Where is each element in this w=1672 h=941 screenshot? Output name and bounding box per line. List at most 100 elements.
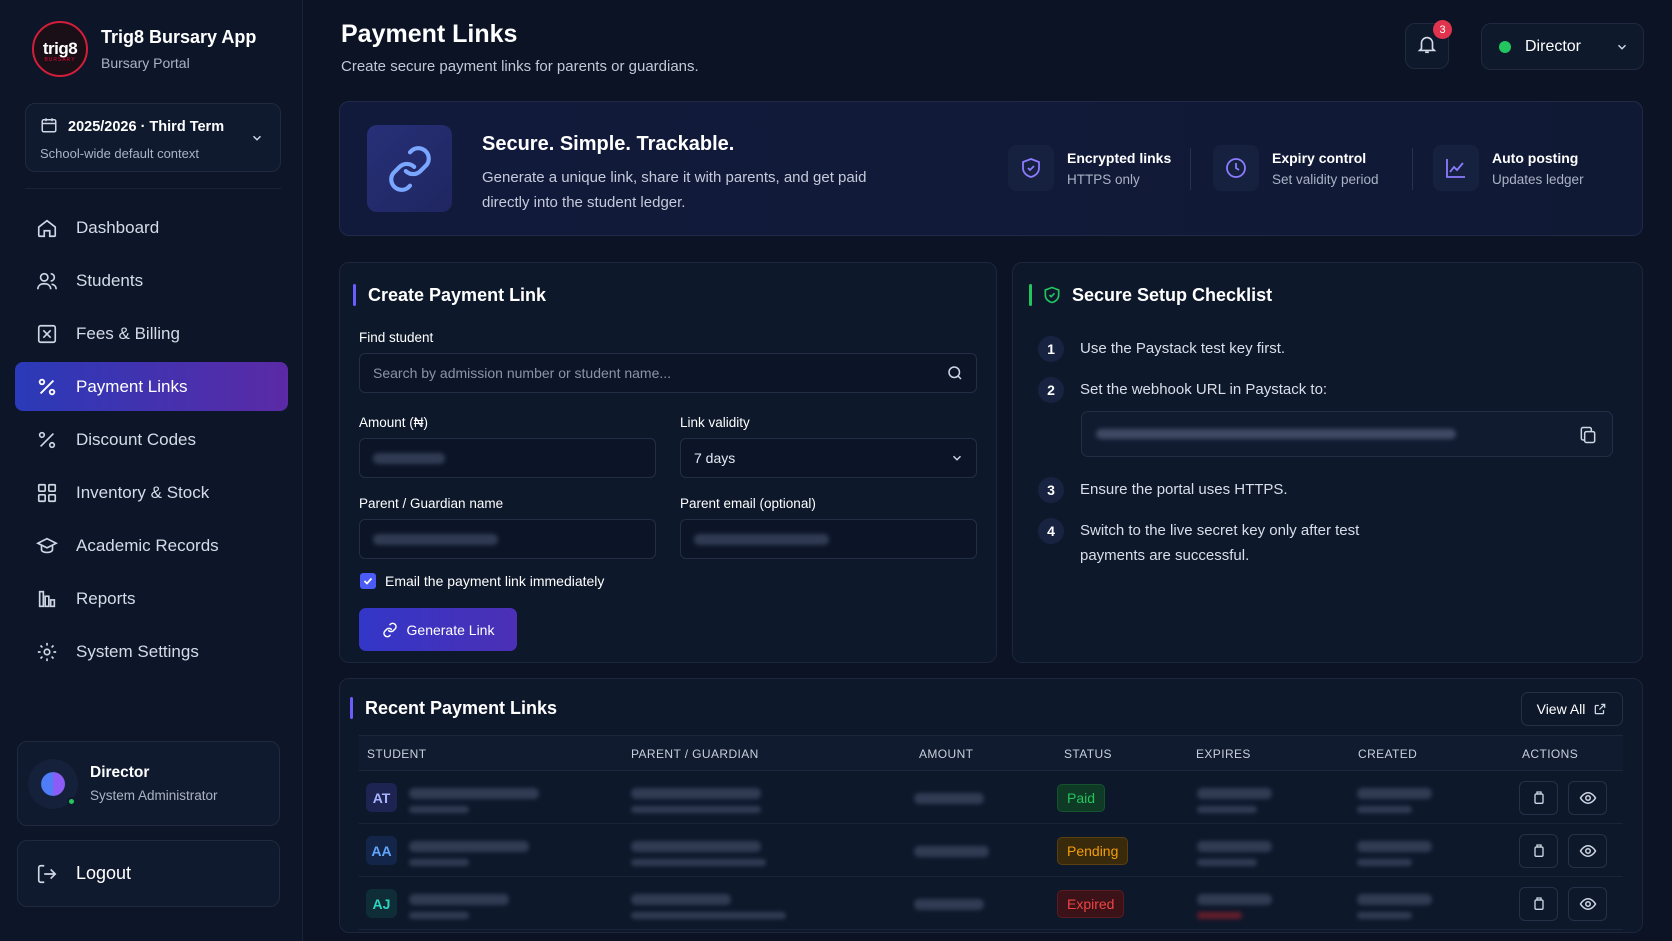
find-student-input[interactable]: Search by admission number or student na…: [359, 353, 977, 393]
hero-description: Generate a unique link, share it with pa…: [482, 169, 867, 211]
email-link-checkbox[interactable]: [360, 573, 376, 589]
step-number: 4: [1038, 518, 1064, 544]
sidebar-divider: [25, 188, 281, 189]
term-selector[interactable]: 2025/2026 · Third Term School-wide defau…: [25, 103, 281, 172]
clock-icon: [1213, 145, 1259, 191]
redacted-value: [1197, 894, 1272, 905]
copy-link-button[interactable]: [1519, 781, 1558, 815]
profile-role: System Administrator: [90, 788, 218, 803]
sidebar-item-discount-codes[interactable]: Discount Codes: [15, 415, 288, 464]
bar-chart-icon: [35, 587, 59, 611]
step-number: 1: [1038, 336, 1064, 362]
copy-icon: [1533, 897, 1544, 910]
feature-divider: [1190, 148, 1191, 190]
copy-link-button[interactable]: [1519, 887, 1558, 921]
generate-link-button[interactable]: Generate Link: [359, 608, 517, 651]
amount-label: Amount (₦): [359, 415, 429, 430]
app-subtitle: Bursary Portal: [101, 55, 190, 71]
webhook-url-field[interactable]: [1081, 411, 1613, 457]
view-link-button[interactable]: [1568, 781, 1607, 815]
redacted-value: [1357, 788, 1432, 799]
accent-bar: [350, 697, 353, 719]
table-row[interactable]: AT Paid: [359, 771, 1623, 824]
external-link-icon: [1593, 702, 1607, 716]
copy-icon[interactable]: [1578, 425, 1598, 449]
link-icon: [367, 125, 452, 212]
sidebar-nav: Dashboard Students Fees & Billing Paymen…: [15, 203, 288, 680]
gear-icon: [35, 640, 59, 664]
redacted-value: [409, 788, 539, 799]
notifications-button[interactable]: 3: [1405, 20, 1452, 69]
parent-name-input[interactable]: [359, 519, 656, 559]
brand[interactable]: trig8 BURSARY Trig8 Bursary App Bursary …: [32, 21, 256, 77]
view-link-button[interactable]: [1568, 834, 1607, 868]
step-text: Switch to the live secret key only after…: [1080, 522, 1360, 564]
grid-icon: [35, 481, 59, 505]
user-profile[interactable]: Director System Administrator: [17, 741, 280, 826]
sidebar-item-students[interactable]: Students: [15, 256, 288, 305]
redacted-value: [1357, 912, 1412, 919]
redacted-value: [409, 859, 469, 866]
sidebar-item-academic-records[interactable]: Academic Records: [15, 521, 288, 570]
link-validity-select[interactable]: 7 days: [680, 438, 977, 478]
search-icon: [946, 364, 964, 385]
redacted-value: [694, 533, 829, 545]
feature-title: Auto posting: [1492, 149, 1579, 166]
redacted-value: [631, 912, 786, 919]
find-student-label: Find student: [359, 330, 434, 345]
email-link-checkbox-row[interactable]: Email the payment link immediately: [360, 573, 604, 589]
chevron-down-icon: [1615, 40, 1629, 59]
step-number: 3: [1038, 477, 1064, 503]
logo-text: trig8: [42, 39, 78, 58]
calendar-icon: [40, 116, 58, 138]
logout-button[interactable]: Logout: [17, 840, 280, 907]
student-initials: AT: [366, 783, 397, 812]
column-header-actions: ACTIONS: [1522, 747, 1579, 761]
sidebar-item-dashboard[interactable]: Dashboard: [15, 203, 288, 252]
card-title-text: Secure Setup Checklist: [1072, 284, 1273, 305]
sidebar-item-reports[interactable]: Reports: [15, 574, 288, 623]
home-icon: [35, 216, 59, 240]
redacted-value: [631, 859, 766, 866]
feature-subtitle: Set validity period: [1272, 171, 1379, 187]
redacted-value: [631, 841, 761, 852]
parent-email-input[interactable]: [680, 519, 977, 559]
redacted-value: [1197, 912, 1242, 919]
view-all-button[interactable]: View All: [1521, 692, 1623, 726]
view-link-button[interactable]: [1568, 887, 1607, 921]
percent-icon: [35, 428, 59, 452]
copy-link-button[interactable]: [1519, 834, 1558, 868]
redacted-value: [914, 899, 984, 910]
sidebar-item-label: Dashboard: [76, 217, 160, 237]
sidebar-item-system-settings[interactable]: System Settings: [15, 627, 288, 676]
hero-title: Secure. Simple. Trackable.: [482, 133, 735, 155]
feature-expiry-control: Expiry control Set validity period: [1213, 145, 1379, 191]
feature-title: Encrypted links: [1067, 149, 1172, 166]
redacted-value: [1357, 859, 1412, 866]
card-title: Secure Setup Checklist: [1029, 284, 1272, 306]
sidebar-item-label: Students: [76, 270, 144, 290]
sidebar-item-payment-links[interactable]: Payment Links: [15, 362, 288, 411]
redacted-value: [914, 846, 989, 857]
hero-banner: Secure. Simple. Trackable. Generate a un…: [339, 101, 1643, 236]
checklist-step: 4 Switch to the live secret key only aft…: [1038, 518, 1360, 568]
role-dropdown[interactable]: Director: [1481, 23, 1644, 70]
card-title: Recent Payment Links: [350, 697, 557, 719]
step-number: 2: [1038, 377, 1064, 403]
shield-icon: [1008, 145, 1054, 191]
sidebar-item-fees-billing[interactable]: Fees & Billing: [15, 309, 288, 358]
column-header-amount: AMOUNT: [919, 747, 974, 761]
link-icon: [382, 622, 398, 638]
table-row[interactable]: AA Pending: [359, 824, 1623, 877]
redacted-value: [1096, 429, 1456, 439]
eye-icon: [1579, 791, 1596, 805]
sidebar-item-label: System Settings: [76, 641, 199, 661]
amount-input[interactable]: [359, 438, 656, 478]
redacted-value: [1197, 841, 1272, 852]
sidebar-item-inventory-stock[interactable]: Inventory & Stock: [15, 468, 288, 517]
column-header-student: STUDENT: [367, 747, 427, 761]
accent-bar: [1029, 284, 1032, 306]
checklist-step: 2 Set the webhook URL in Paystack to:: [1038, 377, 1327, 403]
shield-check-icon: [1042, 285, 1062, 305]
table-row[interactable]: AJ Expired: [359, 877, 1623, 930]
